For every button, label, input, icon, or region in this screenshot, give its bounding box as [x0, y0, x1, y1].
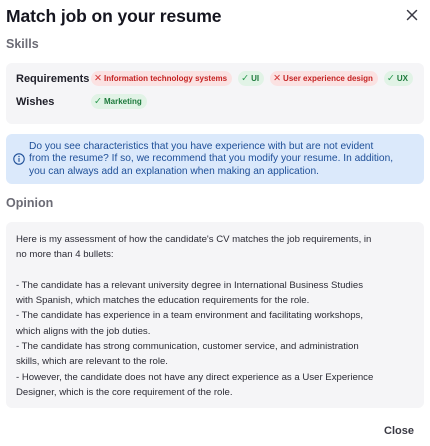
opinion-line: - However, the candidate does not have a… — [16, 371, 374, 383]
matched-skill-chip: ✓ Marketing — [91, 94, 147, 109]
opinion-line: which aligns with the job duties. — [16, 325, 151, 337]
requirements-row: Requirements ✕ Information technology sys… — [16, 71, 419, 86]
close-icon[interactable] — [404, 7, 420, 23]
skills-card: Requirements ✕ Information technology sys… — [6, 63, 424, 124]
opinion-line: Here is my assessment of how the candida… — [16, 234, 372, 245]
skills-section-label: Skills — [6, 37, 39, 51]
wishes-row: Wishes ✓ Marketing — [16, 94, 153, 109]
opinion-card: Here is my assessment of how the candida… — [6, 222, 424, 408]
opinion-line — [16, 263, 414, 278]
missing-skill-chip: ✕ Information technology systems — [91, 71, 233, 86]
check-icon: ✓ — [94, 95, 102, 107]
info-text: Do you see characteristics that you have… — [29, 141, 419, 178]
skill-chip-label: User experience design — [283, 74, 373, 83]
missing-skill-chip: ✕ User experience design — [270, 71, 378, 86]
skill-chip-label: UI — [251, 74, 260, 83]
close-button[interactable]: Close — [384, 425, 414, 437]
skill-chip-label: UX — [396, 74, 408, 83]
check-icon: ✓ — [241, 72, 250, 84]
opinion-line: - The candidate has a relevant universit… — [16, 279, 364, 291]
opinion-line: skills, which are relevant to the role. — [16, 356, 168, 368]
opinion-section-label: Opinion — [6, 196, 54, 210]
dialog-header: Match job on your resume — [6, 6, 424, 28]
info-line: Do you see characteristics that you have… — [29, 141, 374, 152]
opinion-line: Designer, which is the core requirement … — [16, 386, 233, 398]
dialog-title: Match job on your resume — [6, 6, 222, 26]
requirements-chips: ✕ Information technology systems ✓ UI ✕ User … — [91, 71, 419, 86]
opinion-line: - The candidate has strong communication… — [16, 341, 359, 353]
info-notice: Do you see characteristics that you have… — [6, 134, 424, 184]
opinion-line: with Spanish, which matches the educatio… — [16, 295, 310, 307]
wishes-label: Wishes — [16, 95, 55, 108]
skill-chip-label: Information technology systems — [103, 74, 228, 83]
skill-chip-label: Marketing — [103, 97, 142, 106]
matched-skill-chip: ✓ UX — [383, 71, 413, 86]
x-icon: ✕ — [94, 72, 102, 84]
check-icon: ✓ — [386, 72, 395, 84]
wishes-chips: ✓ Marketing — [91, 94, 153, 109]
opinion-line: - The candidate has experience in a team… — [16, 310, 363, 322]
info-icon — [13, 153, 25, 165]
matched-skill-chip: ✓ UI — [238, 71, 265, 86]
requirements-label: Requirements — [16, 72, 90, 85]
info-line: from the resume? If so, we recommend tha… — [29, 153, 394, 165]
x-icon: ✕ — [273, 72, 282, 84]
info-line: you can always add an explanation when m… — [29, 165, 319, 177]
opinion-line: no more than 4 bullets: — [16, 249, 114, 261]
